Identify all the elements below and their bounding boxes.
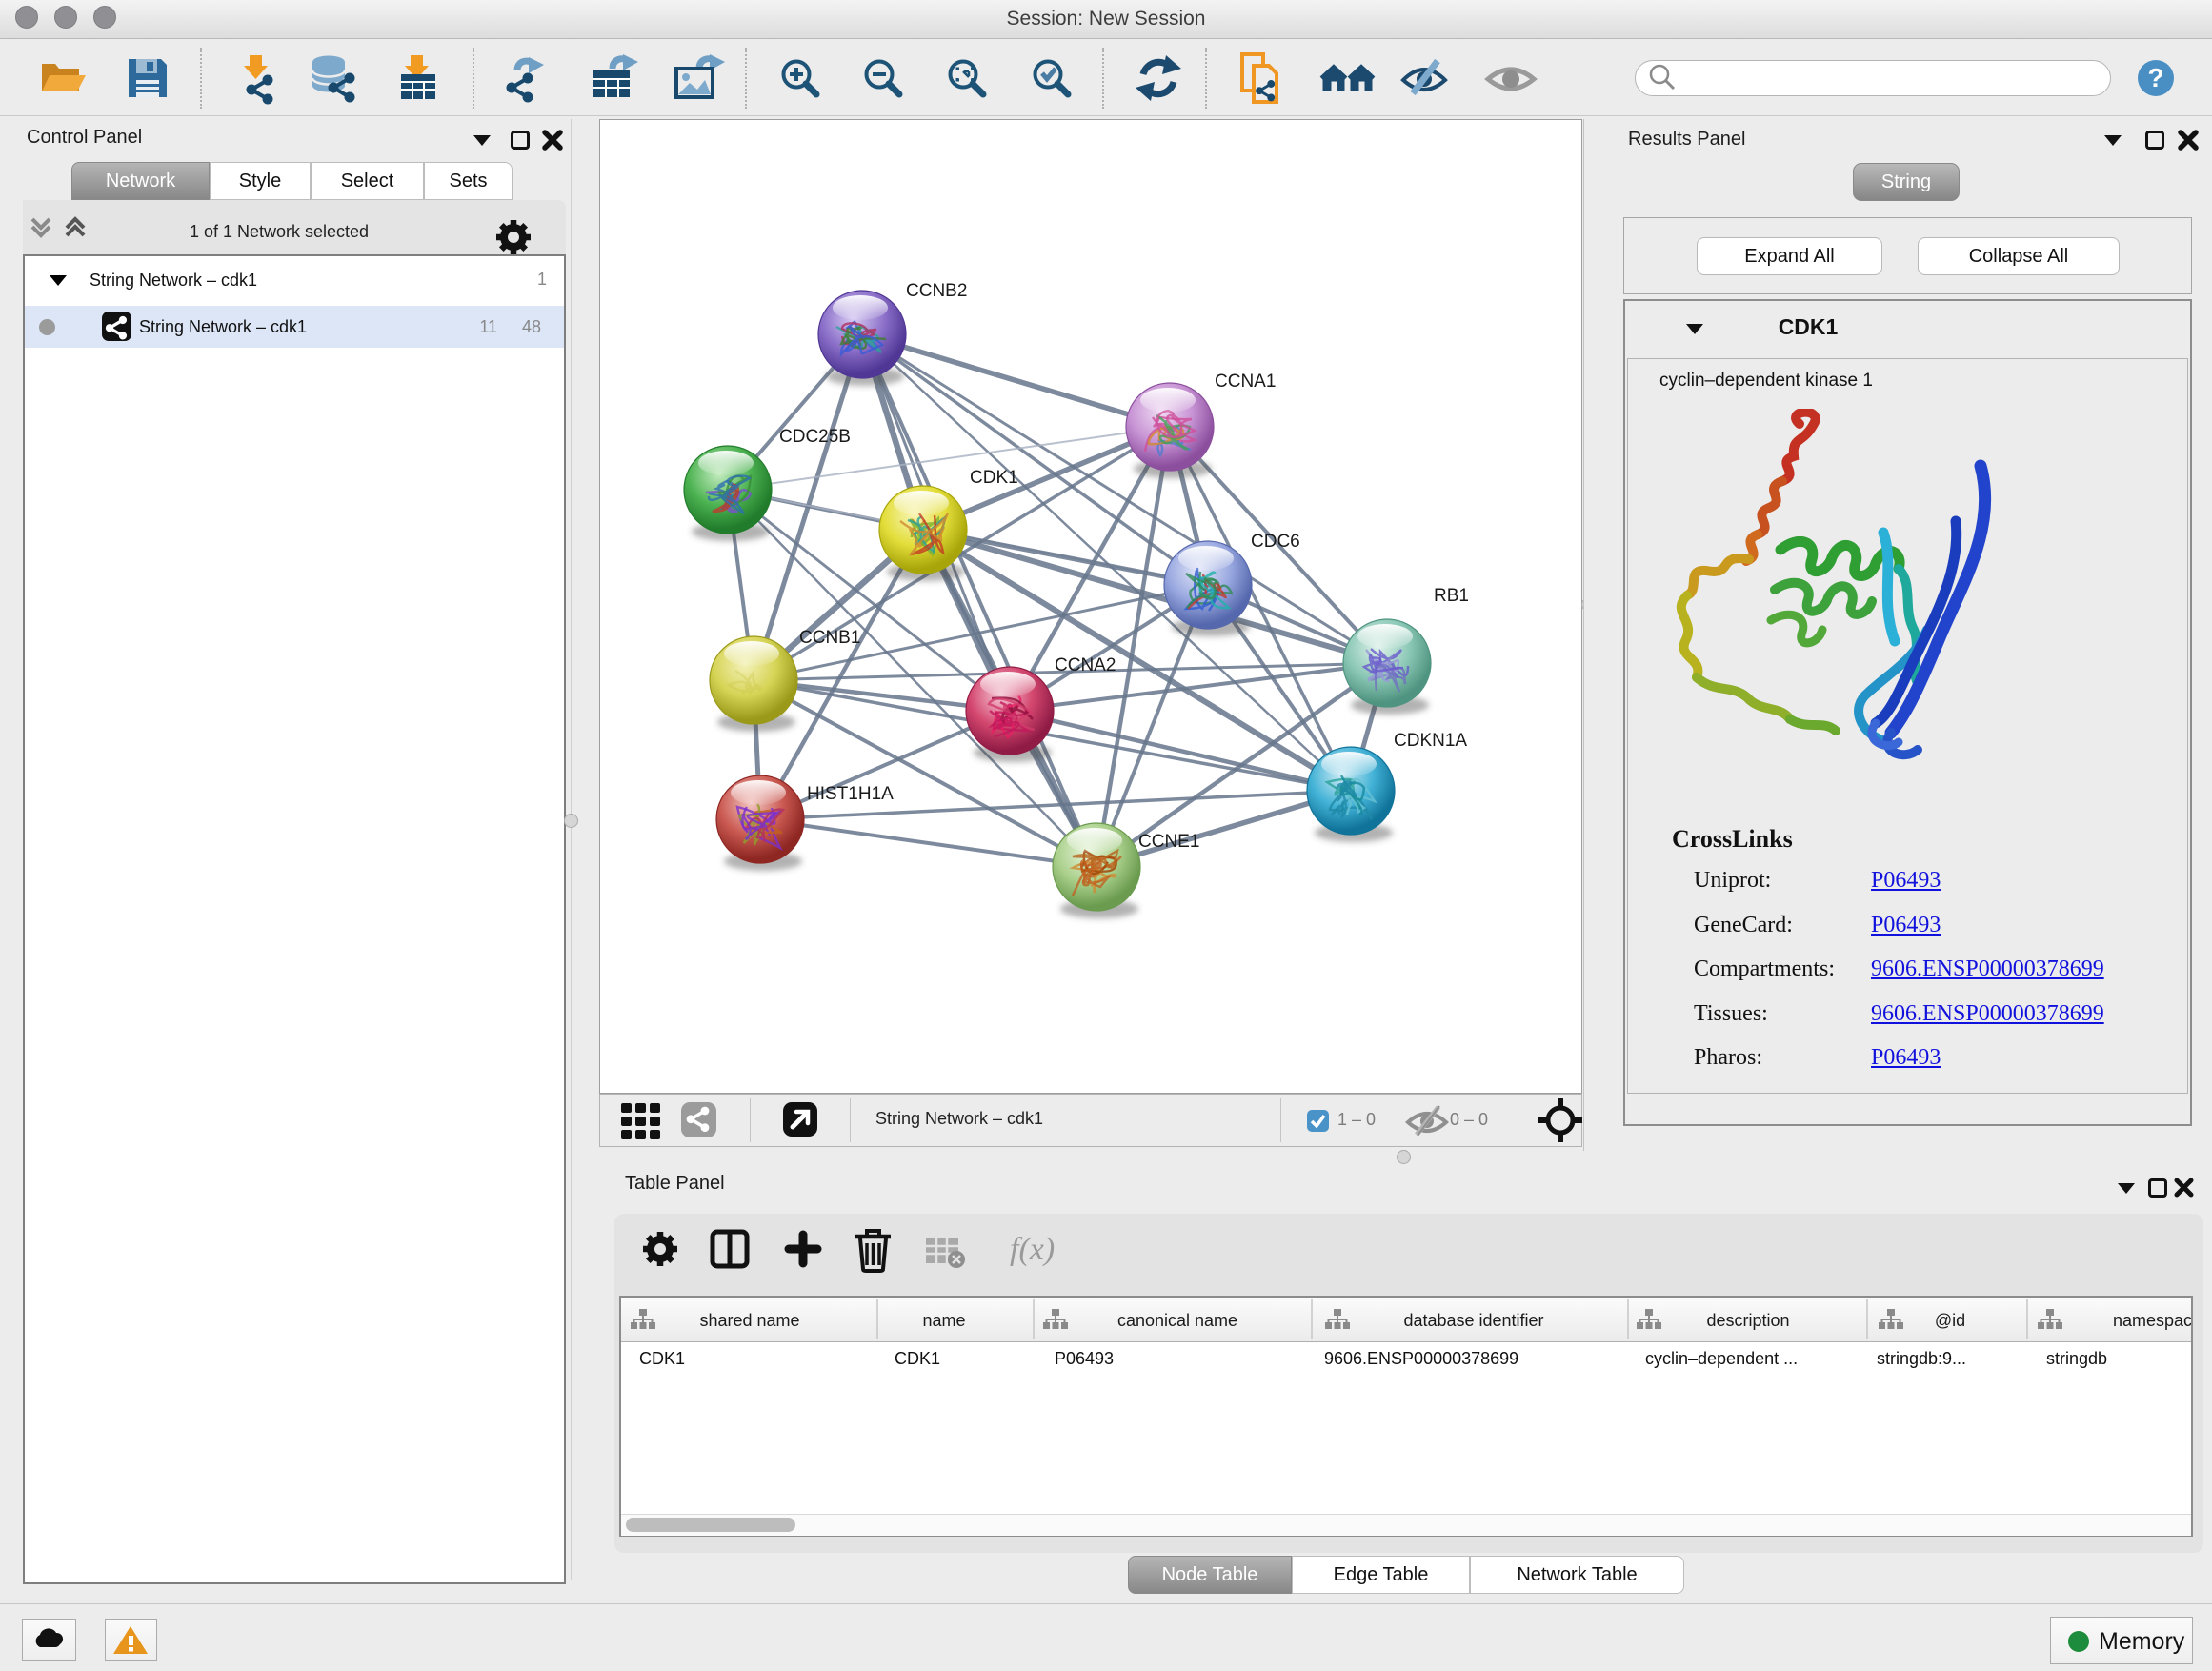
svg-text:CCNA1: CCNA1: [1215, 372, 1276, 392]
svg-text:CDK1: CDK1: [970, 468, 1018, 488]
svg-text:CDC6: CDC6: [1251, 532, 1300, 552]
svg-text:name: name: [922, 1311, 965, 1330]
svg-text:database identifier: database identifier: [1403, 1311, 1543, 1330]
svg-text:shared name: shared name: [699, 1311, 799, 1330]
svg-text:canonical name: canonical name: [1117, 1311, 1237, 1330]
svg-text:RB1: RB1: [1434, 586, 1469, 606]
svg-text:description: description: [1706, 1311, 1789, 1330]
svg-text:CCNB2: CCNB2: [906, 281, 967, 301]
svg-text:@id: @id: [1935, 1311, 1965, 1330]
svg-text:CCNA2: CCNA2: [1055, 655, 1116, 675]
svg-text:?: ?: [2147, 63, 2163, 92]
svg-text:CDC25B: CDC25B: [779, 427, 851, 447]
svg-text:HIST1H1A: HIST1H1A: [807, 784, 894, 804]
svg-text:CCNB1: CCNB1: [799, 628, 860, 648]
svg-text:f(x): f(x): [1010, 1232, 1055, 1267]
svg-text:CCNE1: CCNE1: [1138, 832, 1199, 852]
svg-text:namespace: namespace: [2113, 1311, 2191, 1330]
svg-text:CDKN1A: CDKN1A: [1394, 731, 1467, 751]
